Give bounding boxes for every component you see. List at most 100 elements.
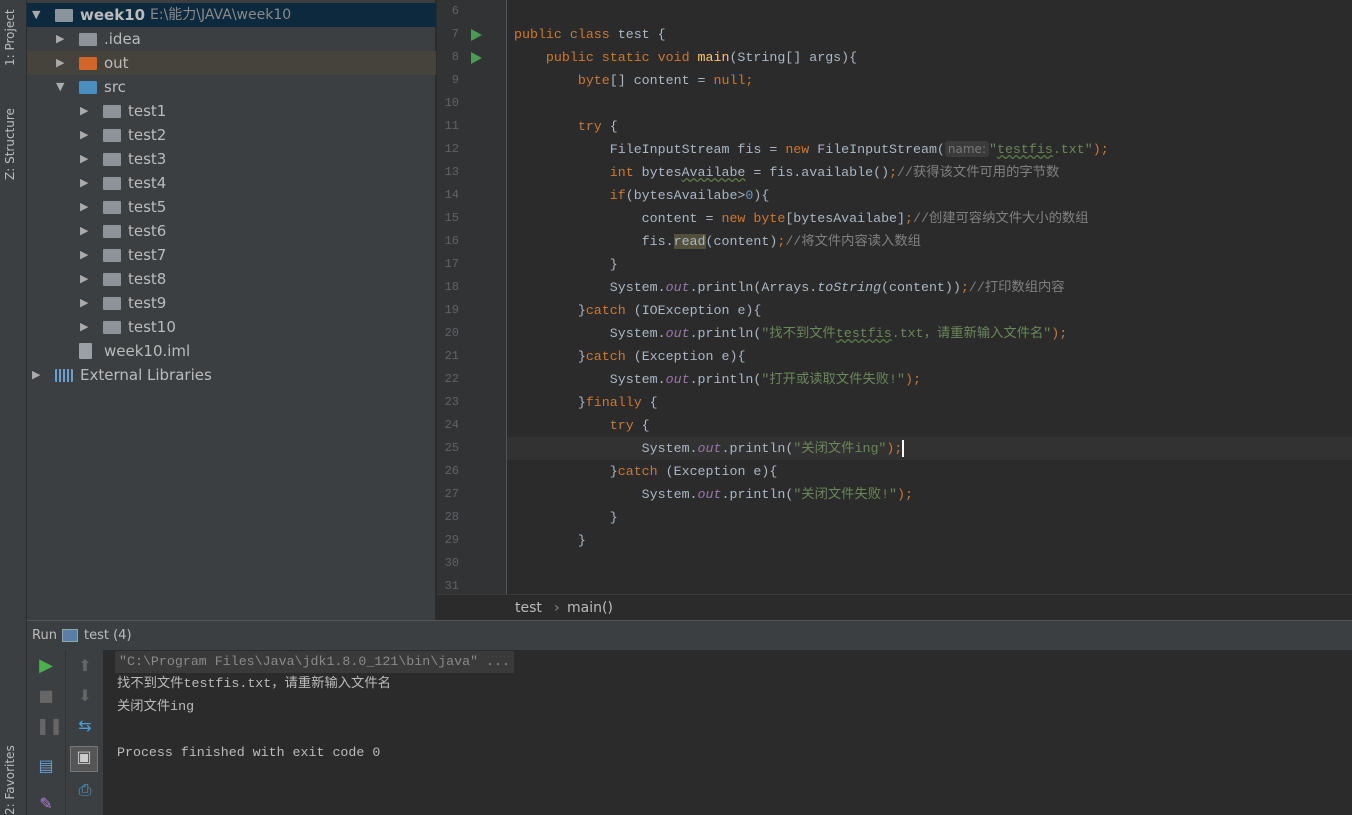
- chevron-right-icon[interactable]: ▶: [80, 243, 88, 267]
- line-number: 20: [444, 326, 459, 340]
- line-number: 6: [451, 4, 459, 18]
- line-number: 21: [444, 349, 459, 363]
- code-token: ;: [889, 165, 898, 180]
- code-line: content = new byte[bytesAvailabe];//创建可容…: [514, 207, 1089, 230]
- code-token: "找不到文件: [761, 326, 836, 341]
- tree-item[interactable]: ▶ test8: [27, 267, 436, 291]
- tree-item[interactable]: ▶ test6: [27, 219, 436, 243]
- tree-item[interactable]: ▼ week10 E:\能力\JAVA\week10: [27, 3, 436, 27]
- code-token: out: [665, 372, 690, 387]
- code-token: FileInputStream fis =: [514, 142, 786, 157]
- code-token: out: [697, 441, 722, 456]
- code-token: public class: [514, 27, 618, 42]
- pause-icon[interactable]: ❚❚: [36, 716, 63, 736]
- code-token: .println(: [689, 326, 762, 341]
- code-token: main: [697, 50, 730, 65]
- chevron-down-icon[interactable]: ▼: [32, 3, 40, 27]
- chevron-right-icon[interactable]: ▶: [56, 27, 64, 51]
- tree-item-label: test10: [128, 318, 176, 336]
- tree-item[interactable]: ▶ test7: [27, 243, 436, 267]
- code-token: //获得该文件可用的字节数: [897, 165, 1060, 180]
- chevron-right-icon[interactable]: ▶: [80, 291, 88, 315]
- chevron-right-icon[interactable]: ▶: [80, 123, 88, 147]
- tab-favorites[interactable]: 2: Favorites: [3, 735, 17, 815]
- code-token: try: [514, 418, 642, 433]
- run-gutter-icon[interactable]: [471, 29, 482, 41]
- code-token: System.: [514, 487, 698, 502]
- tree-item[interactable]: ▶ out: [27, 51, 436, 75]
- chevron-right-icon[interactable]: ▶: [80, 171, 88, 195]
- tree-item[interactable]: ▶ External Libraries: [27, 363, 436, 387]
- chevron-right-icon[interactable]: ▶: [56, 51, 64, 75]
- chevron-down-icon[interactable]: ▼: [56, 75, 64, 99]
- console-command[interactable]: "C:\Program Files\Java\jdk1.8.0_121\bin\…: [115, 651, 514, 673]
- code-token: (Exception e){: [633, 349, 746, 364]
- line-number: 27: [444, 487, 459, 501]
- stop-icon[interactable]: ■: [36, 686, 56, 706]
- code-line: }catch (Exception e){: [514, 460, 778, 483]
- tree-item[interactable]: ▶ .idea: [27, 27, 436, 51]
- line-number: 15: [444, 211, 459, 225]
- print-icon[interactable]: ⎙: [75, 780, 95, 800]
- code-token: null: [713, 73, 746, 88]
- code-line: fis.read(content);//将文件内容读入数组: [514, 230, 921, 253]
- excluded-folder-icon: [79, 57, 97, 70]
- chevron-right-icon[interactable]: ▶: [32, 363, 40, 387]
- code-line: System.out.println("关闭文件失败!");: [514, 483, 913, 506]
- console-line: Process finished with exit code 0: [117, 745, 381, 760]
- breadcrumb-method[interactable]: main(): [567, 595, 613, 621]
- folder-icon: [79, 33, 97, 46]
- tree-item[interactable]: ▼ src: [27, 75, 436, 99]
- code-token: (content)): [881, 280, 961, 295]
- line-number: 13: [444, 165, 459, 179]
- tree-item[interactable]: week10.iml: [27, 339, 436, 363]
- code-line: System.out.println("关闭文件ing");: [507, 437, 1352, 460]
- code-token: byte: [514, 73, 610, 88]
- tree-item[interactable]: ▶ test2: [27, 123, 436, 147]
- tree-item[interactable]: ▶ test1: [27, 99, 436, 123]
- code-line: System.out.println("打开或读取文件失败!");: [514, 368, 921, 391]
- tree-item[interactable]: ▶ test5: [27, 195, 436, 219]
- tree-item[interactable]: ▶ test4: [27, 171, 436, 195]
- line-number: 31: [444, 579, 459, 593]
- code-token: }: [514, 257, 618, 272]
- soft-wrap-icon[interactable]: ⇆: [75, 716, 95, 736]
- scroll-to-end-icon[interactable]: ▣: [70, 746, 98, 772]
- chevron-right-icon[interactable]: ▶: [80, 315, 88, 339]
- line-number: 28: [444, 510, 459, 524]
- chevron-right-icon[interactable]: ▶: [80, 195, 88, 219]
- line-number: 22: [444, 372, 459, 386]
- tree-item[interactable]: ▶ test9: [27, 291, 436, 315]
- tab-project[interactable]: 1: Project: [3, 6, 17, 66]
- code-token: ;: [745, 73, 754, 88]
- breadcrumb-separator-icon: ›: [554, 600, 560, 616]
- restore-layout-icon[interactable]: ▤: [36, 756, 56, 776]
- code-token: (content): [705, 234, 778, 249]
- tree-item-label: week10: [80, 6, 146, 24]
- source-folder-icon: [79, 81, 97, 94]
- code-token: ": [988, 142, 997, 157]
- line-number: 25: [444, 441, 459, 455]
- chevron-right-icon[interactable]: ▶: [80, 147, 88, 171]
- tab-structure[interactable]: Z: Structure: [3, 100, 17, 180]
- chevron-right-icon[interactable]: ▶: [80, 267, 88, 291]
- code-editor[interactable]: 6 7 8 9 10 11 12 13 14 15 16 17 18 19 20 21 22 23 24 25 26 27…: [437, 0, 1352, 594]
- run-config-tab[interactable]: test (4): [84, 621, 132, 651]
- up-arrow-icon[interactable]: ⬆: [75, 656, 95, 676]
- tree-item-label: test6: [128, 222, 167, 240]
- pin-icon[interactable]: ✎: [36, 794, 56, 814]
- down-arrow-icon[interactable]: ⬇: [75, 686, 95, 706]
- line-number: 11: [444, 119, 459, 133]
- tree-item[interactable]: ▶ test10: [27, 315, 436, 339]
- run-gutter-icon[interactable]: [471, 52, 482, 64]
- code-line: System.out.println("找不到文件testfis.txt，请重新…: [514, 322, 1068, 345]
- code-token: }: [514, 303, 586, 318]
- code-token: out: [665, 326, 690, 341]
- code-token: //打印数组内容: [968, 280, 1065, 295]
- breadcrumb-class[interactable]: test: [515, 595, 542, 621]
- rerun-icon[interactable]: ▶: [36, 656, 56, 676]
- chevron-right-icon[interactable]: ▶: [80, 99, 88, 123]
- tree-item[interactable]: ▶ test3: [27, 147, 436, 171]
- chevron-right-icon[interactable]: ▶: [80, 219, 88, 243]
- console-output[interactable]: "C:\Program Files\Java\jdk1.8.0_121\bin\…: [103, 650, 1352, 815]
